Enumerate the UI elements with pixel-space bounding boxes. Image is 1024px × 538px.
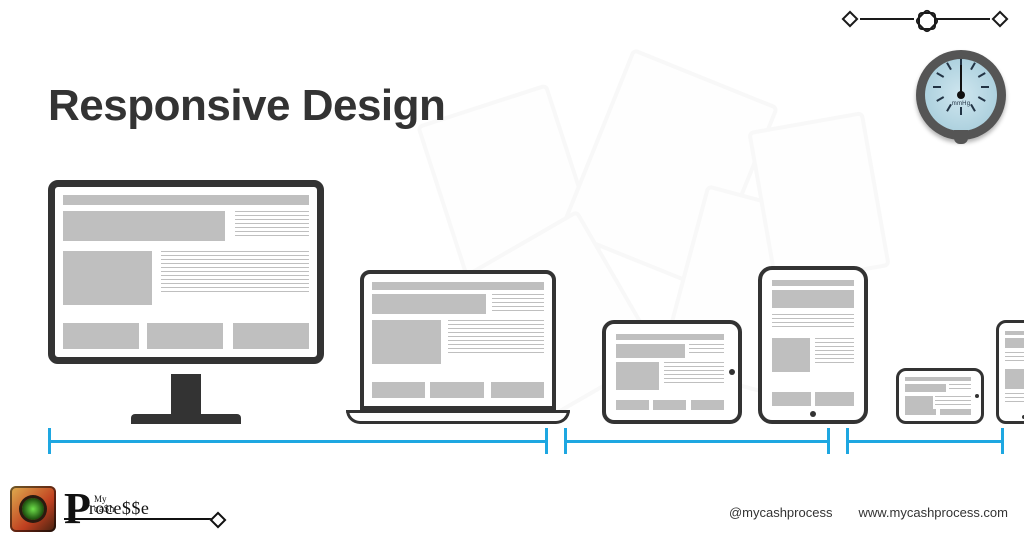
top-divider-ornament	[840, 12, 1010, 26]
page-title: Responsive Design	[48, 81, 445, 131]
device-phone-portrait	[996, 320, 1024, 424]
brand-logo: Proce$$e My ca$h	[10, 486, 149, 532]
brand-handle: @mycashprocess	[729, 505, 833, 520]
brand-url: www.mycashprocess.com	[858, 505, 1008, 520]
brand-line2: ca$h	[94, 506, 115, 515]
camera-lens-icon	[10, 486, 56, 532]
diamond-icon	[992, 11, 1009, 28]
gauge-unit-label: mmHg	[952, 101, 970, 107]
brand-wordmark: Proce$$e My ca$h	[64, 494, 149, 525]
breakpoint-range-tablet	[564, 428, 830, 454]
ornament-line	[860, 18, 914, 20]
device-phone-landscape	[896, 368, 984, 424]
device-laptop	[346, 266, 570, 424]
device-lineup	[48, 174, 988, 424]
ornament-line	[936, 18, 990, 20]
breakpoint-range-desktop-laptop	[48, 428, 548, 454]
brand-line1: My	[94, 496, 107, 504]
diamond-icon	[842, 11, 859, 28]
device-desktop	[48, 180, 324, 424]
breakpoint-range-phone	[846, 428, 1004, 454]
device-tablet-landscape	[602, 320, 742, 424]
pressure-gauge-icon: mmHg	[916, 50, 1006, 140]
device-tablet-portrait	[758, 266, 868, 424]
knot-icon	[918, 12, 932, 26]
